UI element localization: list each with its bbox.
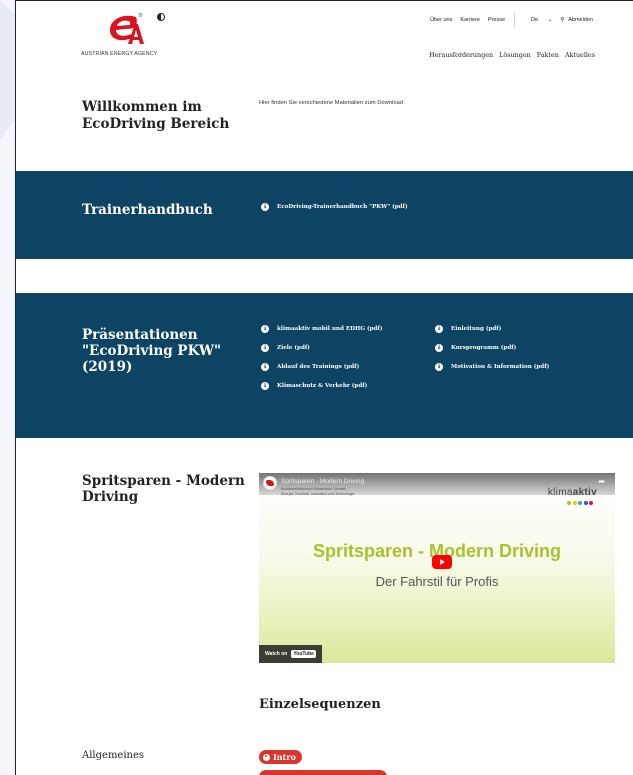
download-icon: ↓	[435, 363, 443, 371]
sequence-button[interactable]	[259, 770, 387, 775]
main-nav-solutions[interactable]: Lösungen	[499, 51, 531, 59]
video-section-title: Spritsparen - Modern Driving	[82, 473, 245, 505]
language-selector[interactable]: De ⌄	[523, 17, 552, 23]
watch-on-youtube-button[interactable]: Watch on YouTube	[259, 645, 322, 663]
top-nav: Über uns Karriere Presse De ⌄ ⚲ Abmelden	[422, 13, 593, 27]
top-nav-careers[interactable]: Karriere	[460, 17, 480, 23]
welcome-text: Hier finden Sie verschiedene Materialien…	[259, 100, 404, 106]
youtube-video[interactable]: Spritsparen - Modern Driving ➦ Bundesmin…	[259, 473, 615, 663]
brand-dot	[589, 501, 593, 505]
download-label: Ablauf des Trainings (pdf)	[277, 364, 360, 370]
download-label: Ziele (pdf)	[277, 345, 310, 351]
klimaaktiv-logo: klimaaktiv	[547, 487, 597, 498]
download-label: klimaaktiv mobil und EDHG (pdf)	[277, 326, 383, 332]
top-nav-divider	[514, 13, 516, 27]
logout-link[interactable]: Abmelden	[568, 17, 593, 23]
intro-label: Intro	[273, 752, 296, 762]
play-icon[interactable]	[432, 555, 452, 569]
chevron-down-icon: ⌄	[547, 17, 553, 23]
download-label: Kursprogramm (pdf)	[451, 345, 517, 351]
main-nav-news[interactable]: Aktuelles	[565, 51, 595, 59]
video-subheadline: Der Fahrstil für Profis	[375, 574, 499, 589]
registered-mark: ®	[138, 13, 143, 19]
trainer-section: Trainerhandbuch ↓ EcoDriving-Trainerhand…	[16, 171, 633, 259]
search-icon[interactable]: ⚲	[560, 17, 564, 23]
download-label: Einleitung (pdf)	[451, 326, 502, 332]
intro-button[interactable]: Intro	[259, 750, 302, 764]
page: ® AUSTRIAN ENERGY AGENCY Über uns Karrie…	[15, 0, 633, 775]
logo-text: AUSTRIAN ENERGY AGENCY	[81, 51, 158, 57]
download-label: Klimaschutz & Verkehr (pdf)	[277, 383, 368, 389]
sequences-category: Allgemeines	[82, 750, 145, 761]
youtube-logo-icon: YouTube	[291, 650, 316, 658]
presentations-title: Präsentationen "EcoDriving PKW" (2019)	[82, 327, 222, 375]
brand-dot	[583, 501, 588, 505]
download-ziele[interactable]: ↓ Ziele (pdf)	[261, 344, 310, 352]
download-motivation[interactable]: ↓ Motivation & Information (pdf)	[435, 363, 549, 371]
brand-dot	[572, 501, 577, 505]
play-circle-icon	[263, 753, 270, 761]
download-icon: ↓	[261, 203, 269, 211]
download-trainer-handbook[interactable]: ↓ EcoDriving-Trainerhandbuch "PKW" (pdf)	[261, 203, 408, 211]
download-icon: ↓	[435, 344, 443, 352]
download-einleitung[interactable]: ↓ Einleitung (pdf)	[435, 325, 501, 333]
trainer-title: Trainerhandbuch	[82, 202, 213, 218]
welcome-title: Willkommen im EcoDriving Bereich	[82, 99, 230, 132]
download-icon: ↓	[261, 382, 269, 390]
download-label: Motivation & Information (pdf)	[451, 364, 550, 370]
brand-dots	[566, 501, 593, 505]
download-icon: ↓	[261, 325, 269, 333]
sequences-title: Einzelsequenzen	[259, 697, 381, 712]
download-ablauf[interactable]: ↓ Ablauf des Trainings (pdf)	[261, 363, 359, 371]
contrast-toggle-icon[interactable]	[157, 13, 165, 21]
download-label: EcoDriving-Trainerhandbuch "PKW" (pdf)	[277, 204, 408, 210]
main-nav: Herausforderungen Lösungen Fakten Aktuel…	[423, 51, 595, 59]
brand-dot	[578, 501, 582, 505]
video-title[interactable]: Spritsparen - Modern Driving	[281, 478, 364, 485]
download-icon: ↓	[435, 325, 443, 333]
ministry-text: Bundesministerium Klimaschutz, Umwelt, E…	[281, 487, 355, 496]
top-nav-press[interactable]: Presse	[488, 17, 505, 23]
channel-avatar-icon[interactable]	[263, 476, 277, 490]
top-nav-about[interactable]: Über uns	[430, 17, 452, 23]
download-klimaschutz[interactable]: ↓ Klimaschutz & Verkehr (pdf)	[261, 382, 367, 390]
download-icon: ↓	[261, 344, 269, 352]
language-label: De	[531, 17, 539, 23]
download-kursprogramm[interactable]: ↓ Kursprogramm (pdf)	[435, 344, 516, 352]
watch-on-label: Watch on	[265, 651, 288, 657]
main-nav-challenges[interactable]: Herausforderungen	[429, 51, 493, 59]
brand-dot	[567, 501, 571, 505]
main-nav-facts[interactable]: Fakten	[537, 51, 559, 59]
presentations-section: Präsentationen "EcoDriving PKW" (2019) ↓…	[16, 293, 633, 438]
share-icon[interactable]: ➦	[598, 477, 605, 486]
download-klimaaktiv-edhg[interactable]: ↓ klimaaktiv mobil und EDHG (pdf)	[261, 325, 382, 333]
download-icon: ↓	[261, 363, 269, 371]
